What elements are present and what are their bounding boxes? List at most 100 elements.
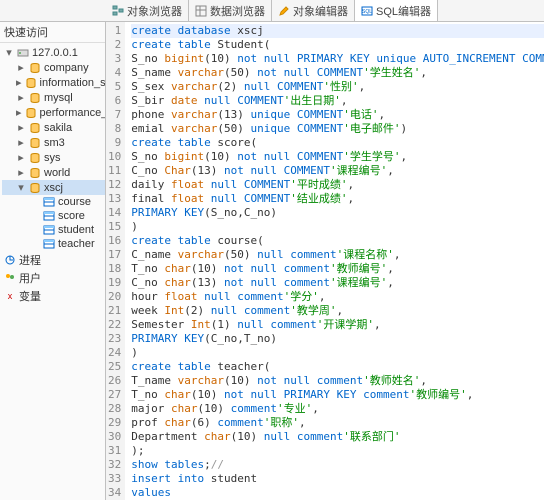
table-icon <box>43 238 55 250</box>
tree-label: score <box>58 210 85 222</box>
tab-3[interactable]: SQL SQL编辑器 <box>355 0 438 21</box>
code-line[interactable]: phone varchar(13) unique COMMENT'电话', <box>131 108 544 122</box>
line-number: 5 <box>108 80 121 94</box>
tree-node-student[interactable]: student <box>2 223 105 237</box>
tree-node-127.0.0.1[interactable]: ▾ 127.0.0.1 <box>2 45 105 60</box>
svg-text:x: x <box>8 291 13 301</box>
tree-node-score[interactable]: score <box>2 209 105 223</box>
line-number: 34 <box>108 486 121 500</box>
tree-node-sakila[interactable]: ▸sakila <box>2 120 105 135</box>
code-line[interactable]: major char(10) comment'专业', <box>131 402 544 416</box>
tree-label: student <box>58 224 94 236</box>
grid-icon <box>195 5 207 17</box>
line-number: 20 <box>108 290 121 304</box>
code-line[interactable]: insert into student <box>131 472 544 486</box>
code-line[interactable]: prof char(6) comment'职称', <box>131 416 544 430</box>
tree-label: world <box>44 167 70 179</box>
code-line[interactable]: final float null COMMENT'结业成绩', <box>131 192 544 206</box>
line-number: 6 <box>108 94 121 108</box>
code-line[interactable]: create table Student( <box>131 38 544 52</box>
code-line[interactable]: ) <box>131 346 544 360</box>
database-icon <box>25 77 37 89</box>
twisty-icon[interactable]: ▸ <box>16 106 22 119</box>
tree-node-world[interactable]: ▸ world <box>2 165 105 180</box>
tab-label: 对象浏览器 <box>127 3 182 19</box>
line-number: 13 <box>108 192 121 206</box>
code-line[interactable]: C_name varchar(50) null comment'课程名称', <box>131 248 544 262</box>
database-icon <box>25 107 37 119</box>
line-number: 17 <box>108 248 121 262</box>
table-icon <box>43 196 55 208</box>
tab-2[interactable]: 对象编辑器 <box>272 0 355 21</box>
code-line[interactable]: T_name varchar(10) not null comment'教师姓名… <box>131 374 544 388</box>
code-line[interactable]: emial varchar(50) unique COMMENT'电子邮件') <box>131 122 544 136</box>
code-line[interactable]: S_no bigint(10) not null PRIMARY KEY uni… <box>131 52 544 66</box>
line-number: 24 <box>108 346 121 360</box>
twisty-icon[interactable]: ▾ <box>16 181 26 194</box>
tree-label: teacher <box>58 238 95 250</box>
code-line[interactable]: create table course( <box>131 234 544 248</box>
code-line[interactable]: create table score( <box>131 136 544 150</box>
twisty-icon[interactable]: ▸ <box>16 76 22 89</box>
tree-label: xscj <box>44 182 63 194</box>
code-line[interactable]: ); <box>131 444 544 458</box>
code-line[interactable]: Semester Int(1) null comment'开课学期', <box>131 318 544 332</box>
code-line[interactable]: PRIMARY KEY(C_no,T_no) <box>131 332 544 346</box>
tree-node-sm3[interactable]: ▸sm3 <box>2 135 105 150</box>
twisty-icon[interactable]: ▸ <box>16 166 26 179</box>
tree-label: company <box>44 62 89 74</box>
code-line[interactable]: show tables;// <box>131 458 544 472</box>
tab-label: 数据浏览器 <box>210 3 265 19</box>
code-line[interactable]: daily float null COMMENT'平时成绩', <box>131 178 544 192</box>
code-area[interactable]: create database xscjcreate table Student… <box>125 22 544 500</box>
twisty-icon[interactable]: ▸ <box>16 121 26 134</box>
code-line[interactable]: hour float null comment'学分', <box>131 290 544 304</box>
sql-editor[interactable]: 1234567891011121314151617181920212223242… <box>106 22 544 500</box>
tree-node-sys[interactable]: ▸ sys <box>2 150 105 165</box>
tree-node-course[interactable]: course <box>2 195 105 209</box>
line-number: 31 <box>108 444 121 458</box>
code-line[interactable]: Department char(10) null comment'联系部门' <box>131 430 544 444</box>
code-line[interactable]: C_no char(13) not null comment'课程编号', <box>131 276 544 290</box>
tree-label: course <box>58 196 91 208</box>
tab-1[interactable]: 数据浏览器 <box>189 0 272 21</box>
tree-node-information_schema[interactable]: ▸information_schema <box>2 75 105 90</box>
code-line[interactable]: S_no bigint(10) not null COMMENT'学生学号', <box>131 150 544 164</box>
code-line[interactable]: C_no Char(13) not null COMMENT'课程编号', <box>131 164 544 178</box>
code-line[interactable]: ) <box>131 220 544 234</box>
code-line[interactable]: T_no char(10) not null PRIMARY KEY comme… <box>131 388 544 402</box>
code-line[interactable]: week Int(2) null comment'教学周', <box>131 304 544 318</box>
twisty-icon[interactable]: ▸ <box>16 61 26 74</box>
tree-label: sys <box>44 152 61 164</box>
code-line[interactable]: S_name varchar(50) not null COMMENT'学生姓名… <box>131 66 544 80</box>
code-line[interactable]: PRIMARY KEY(S_no,C_no) <box>131 206 544 220</box>
line-number: 32 <box>108 458 121 472</box>
section-变量[interactable]: x变量 <box>2 287 105 305</box>
tree-node-teacher[interactable]: teacher <box>2 237 105 251</box>
tree-label: mysql <box>44 92 73 104</box>
line-number: 11 <box>108 164 121 178</box>
tree-node-performance_schema[interactable]: ▸performance_schema <box>2 105 105 120</box>
line-number: 10 <box>108 150 121 164</box>
section-进程[interactable]: 进程 <box>2 251 105 269</box>
code-line[interactable]: S_bir date null COMMENT'出生日期', <box>131 94 544 108</box>
tree-label: 127.0.0.1 <box>32 47 78 59</box>
tree-node-mysql[interactable]: ▸ mysql <box>2 90 105 105</box>
tree-node-xscj[interactable]: ▾ xscj <box>2 180 105 195</box>
tab-0[interactable]: 对象浏览器 <box>106 0 189 21</box>
twisty-icon[interactable]: ▸ <box>16 151 26 164</box>
pencil-icon <box>278 5 290 17</box>
section-label: 进程 <box>19 252 41 268</box>
code-line[interactable]: create database xscj <box>131 24 544 38</box>
twisty-icon[interactable]: ▾ <box>4 46 14 59</box>
section-用户[interactable]: 用户 <box>2 269 105 287</box>
code-line[interactable]: values <box>131 486 544 500</box>
code-line[interactable]: S_sex varchar(2) null COMMENT'性别', <box>131 80 544 94</box>
tree-node-company[interactable]: ▸ company <box>2 60 105 75</box>
svg-text:SQL: SQL <box>362 9 372 15</box>
code-line[interactable]: create table teacher( <box>131 360 544 374</box>
twisty-icon[interactable]: ▸ <box>16 91 26 104</box>
code-line[interactable]: T_no char(10) not null comment'教师编号', <box>131 262 544 276</box>
tab-label: SQL编辑器 <box>376 3 431 19</box>
twisty-icon[interactable]: ▸ <box>16 136 26 149</box>
